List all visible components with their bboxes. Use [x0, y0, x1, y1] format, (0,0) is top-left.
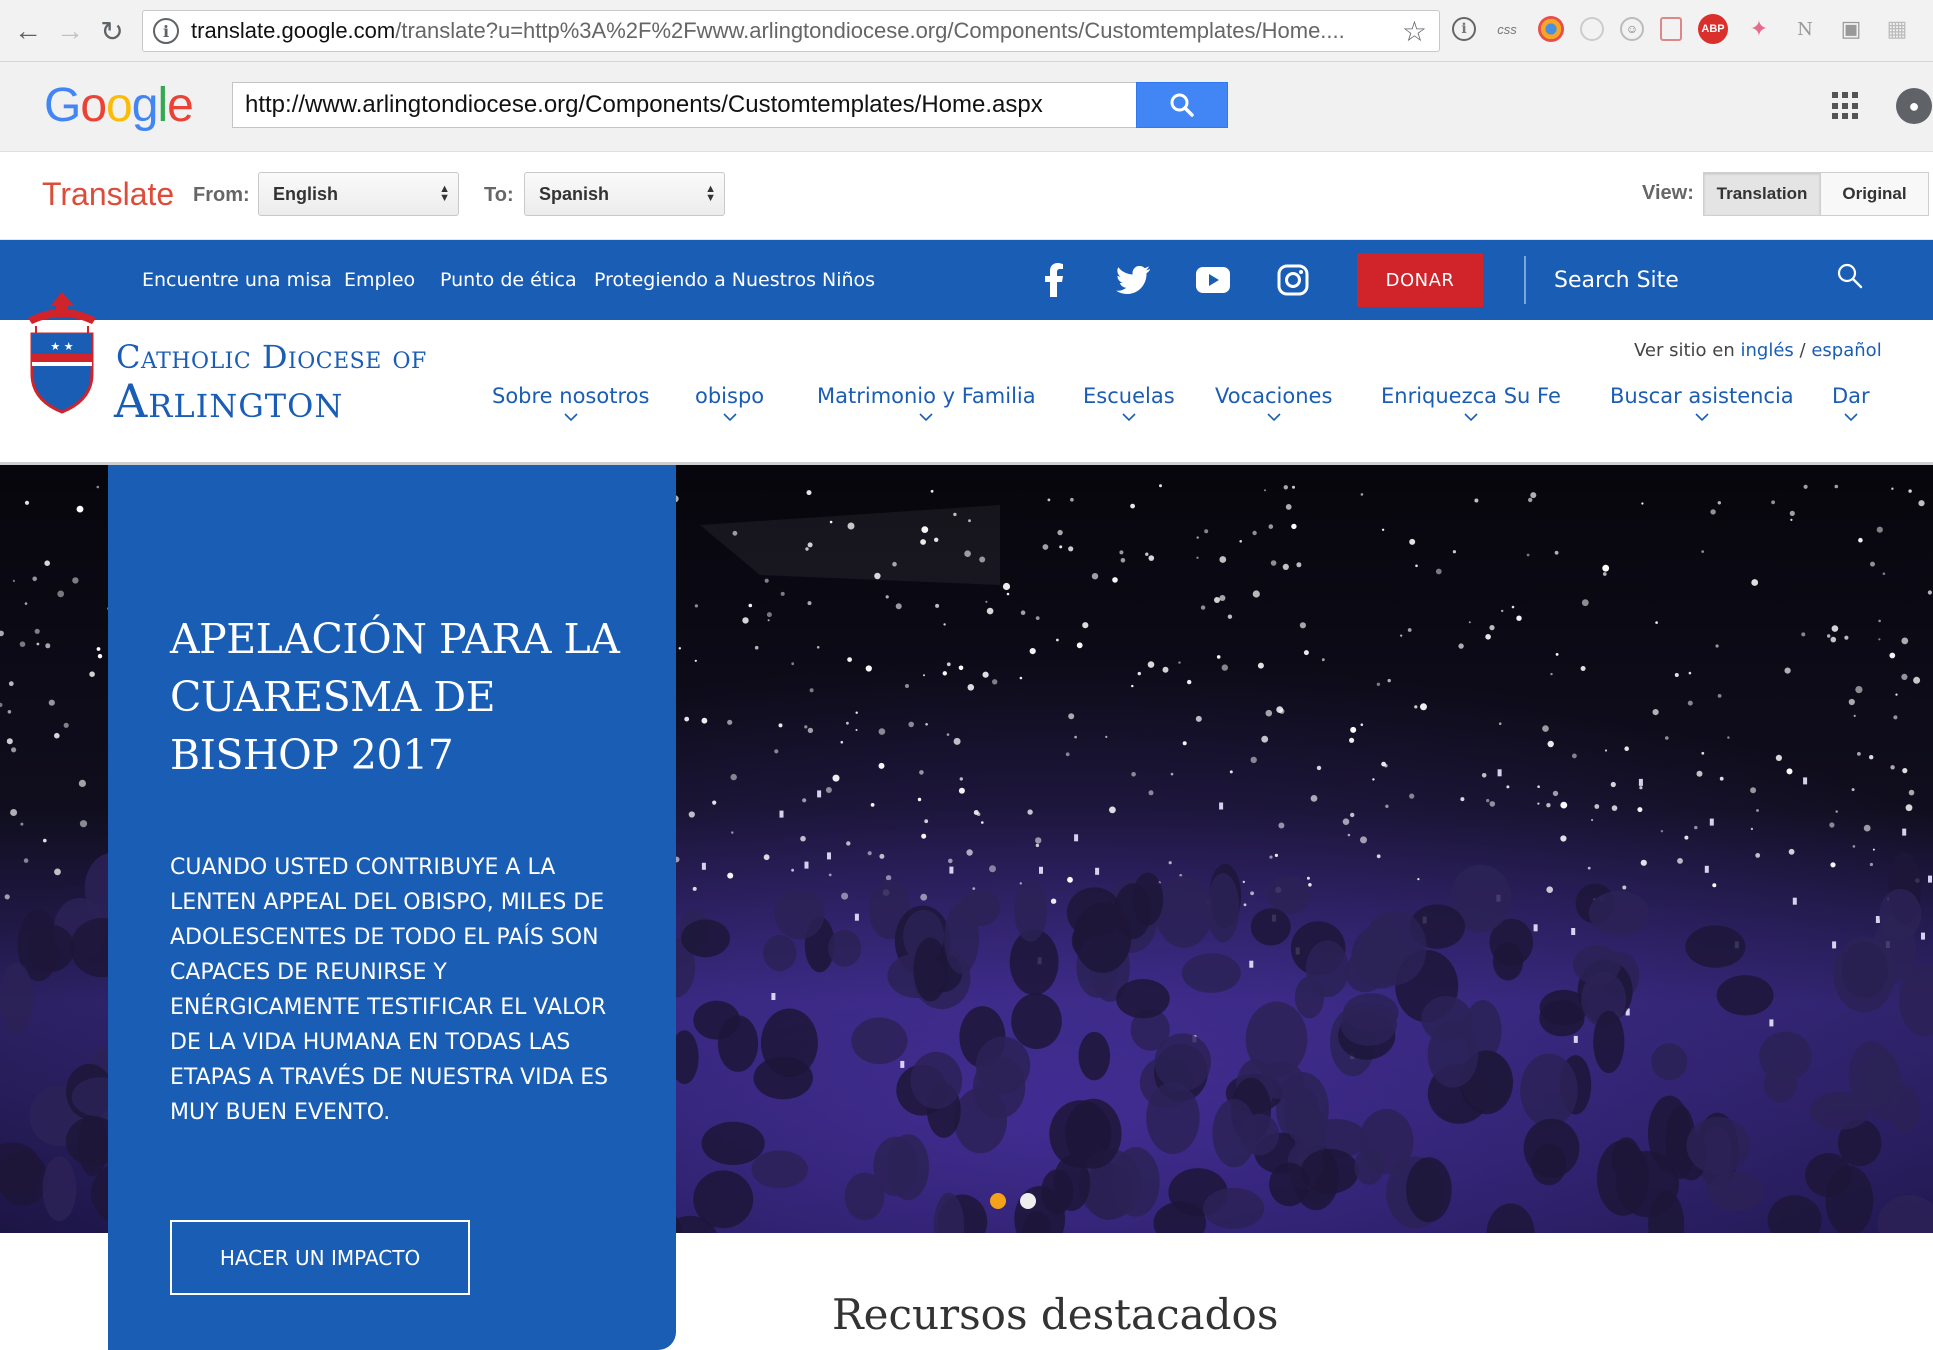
select-arrows-icon: ▲ ▼: [705, 183, 716, 204]
extension-icons: i css ☺ ABP ✦ N ▣ ▦: [1452, 14, 1912, 44]
browser-toolbar: ← → ↻ i translate.google.com/translate?u…: [0, 0, 1933, 62]
note-extension-icon[interactable]: [1660, 17, 1682, 41]
chevron-down-icon: [919, 413, 933, 422]
donate-button[interactable]: DONAR: [1357, 253, 1483, 307]
chevron-down-icon: [1464, 413, 1478, 422]
diocese-crest-logo[interactable]: ★ ★: [18, 290, 106, 414]
nav-find-assistance[interactable]: Buscar asistencia: [1610, 384, 1794, 424]
back-arrow-icon[interactable]: ←: [10, 13, 46, 49]
search-icon[interactable]: [1836, 262, 1864, 295]
nav-marriage-family[interactable]: Matrimonio y Familia: [817, 384, 1036, 424]
employment-link[interactable]: Empleo: [344, 240, 415, 320]
nav-enrich-faith[interactable]: Enriquezca Su Fe: [1381, 384, 1561, 424]
translate-search-button[interactable]: [1136, 82, 1228, 128]
ethics-point-link[interactable]: Punto de ética: [440, 240, 577, 320]
smile-extension-icon[interactable]: ☺: [1620, 17, 1644, 41]
nav-give[interactable]: Dar: [1832, 384, 1870, 424]
google-header: Google http://www.arlingtondiocese.org/C…: [0, 62, 1933, 152]
spanish-link[interactable]: español: [1811, 340, 1881, 361]
view-label: View:: [1642, 182, 1694, 204]
site-header: ★ ★ Catholic Diocese of Arlington Ver si…: [0, 292, 1933, 465]
carousel-dot-2[interactable]: [1020, 1193, 1036, 1209]
color-picker-extension-icon[interactable]: [1538, 16, 1564, 42]
chevron-down-icon: [722, 413, 737, 422]
site-utility-bar: Encuentre una misa Empleo Punto de ética…: [0, 240, 1933, 320]
english-link[interactable]: inglés: [1741, 340, 1794, 361]
facebook-icon[interactable]: [1032, 258, 1076, 302]
language-switcher: Ver sitio en inglés / español: [1634, 340, 1882, 361]
logo-text-top[interactable]: Catholic Diocese of: [116, 338, 427, 376]
n-extension-icon[interactable]: N: [1790, 14, 1820, 44]
hero-body: CUANDO USTED CONTRIBUYE A LA LENTEN APPE…: [170, 855, 609, 1125]
from-label: From:: [193, 184, 250, 206]
youtube-icon[interactable]: [1191, 258, 1235, 302]
camera-extension-icon[interactable]: ▣: [1836, 14, 1866, 44]
nav-about-us[interactable]: Sobre nosotros: [492, 384, 649, 424]
notifications-bell-icon[interactable]: ●: [1896, 88, 1932, 124]
info-extension-icon[interactable]: i: [1452, 17, 1476, 41]
featured-resources-heading: Recursos destacados: [832, 1290, 1279, 1339]
view-original-button[interactable]: Original: [1820, 172, 1929, 216]
chevron-down-icon: [1267, 413, 1281, 422]
from-language-select[interactable]: English ▲ ▼: [258, 172, 459, 216]
url-host: translate.google.com: [191, 18, 396, 43]
bird-extension-icon[interactable]: ✦: [1744, 14, 1774, 44]
to-label: To:: [484, 184, 514, 206]
search-icon: [1170, 93, 1194, 117]
carousel-dot-1[interactable]: [990, 1193, 1006, 1209]
svg-text:★ ★: ★ ★: [50, 340, 73, 353]
grid-extension-icon[interactable]: ▦: [1882, 14, 1912, 44]
hero-title: APELACIÓN PARA LA CUARESMA DE BISHOP 201…: [170, 615, 620, 779]
google-apps-icon[interactable]: [1832, 92, 1860, 120]
translate-url-input[interactable]: http://www.arlingtondiocese.org/Componen…: [232, 82, 1137, 128]
nav-bishop[interactable]: obispo: [695, 384, 764, 424]
select-arrows-icon: ▲ ▼: [439, 183, 450, 204]
to-language-select[interactable]: Spanish ▲ ▼: [524, 172, 725, 216]
url-path: /translate?u=http%3A%2F%2Fwww.arlingtond…: [395, 18, 1345, 43]
translate-title: Translate: [42, 176, 175, 212]
find-mass-link[interactable]: Encuentre una misa: [142, 240, 332, 320]
carousel-dots: [990, 1193, 1036, 1209]
hero-card: APELACIÓN PARA LA CUARESMA DE BISHOP 201…: [108, 465, 676, 1350]
reload-icon[interactable]: ↻: [94, 13, 130, 49]
forward-arrow-icon[interactable]: →: [52, 13, 88, 49]
site-info-icon[interactable]: i: [153, 18, 179, 44]
chevron-down-icon: [1695, 413, 1709, 422]
make-impact-button[interactable]: HACER UN IMPACTO: [170, 1220, 470, 1295]
google-logo[interactable]: Google: [44, 78, 194, 133]
view-translation-button[interactable]: Translation: [1703, 172, 1821, 216]
twitter-icon[interactable]: [1111, 258, 1155, 302]
chevron-down-icon: [1844, 413, 1858, 422]
instagram-icon[interactable]: [1271, 258, 1315, 302]
protecting-children-link[interactable]: Protegiendo a Nuestros Niños: [594, 240, 875, 320]
nav-vocations[interactable]: Vocaciones: [1215, 384, 1332, 424]
topbar-divider: [1524, 256, 1526, 304]
chevron-down-icon: [564, 413, 578, 422]
address-bar[interactable]: i translate.google.com/translate?u=http%…: [142, 10, 1440, 52]
chevron-down-icon: [1122, 413, 1136, 422]
nav-schools[interactable]: Escuelas: [1083, 384, 1175, 424]
css-extension-icon[interactable]: css: [1492, 14, 1522, 44]
logo-text-bottom[interactable]: Arlington: [114, 374, 343, 428]
site-search-input[interactable]: Search Site: [1530, 240, 1870, 320]
shape-extension-icon[interactable]: [1580, 17, 1604, 41]
adblock-extension-icon[interactable]: ABP: [1698, 14, 1728, 44]
translate-toolbar: Translate From: English ▲ ▼ To: Spanish ▲…: [0, 152, 1933, 240]
bookmark-star-icon[interactable]: ☆: [1402, 15, 1427, 48]
